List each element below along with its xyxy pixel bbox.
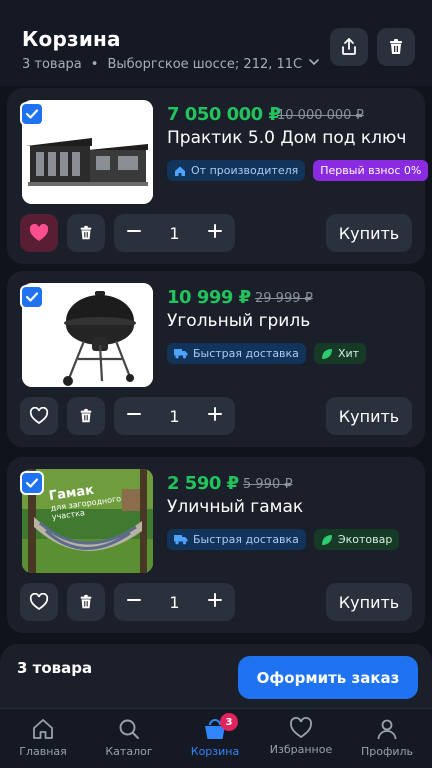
leaf-icon bbox=[321, 348, 332, 359]
checkmark-icon bbox=[25, 109, 39, 119]
profile-icon bbox=[377, 719, 397, 740]
item-badges: Быстрая доставка Экотовар bbox=[167, 529, 400, 550]
badge-fast-delivery: Быстрая доставка bbox=[167, 343, 306, 364]
item-checkbox[interactable] bbox=[20, 285, 44, 309]
page-title: Корзина bbox=[22, 27, 121, 51]
buy-button[interactable]: Купить bbox=[326, 214, 412, 252]
heart-icon bbox=[290, 717, 312, 739]
minus-icon[interactable] bbox=[126, 223, 142, 243]
delete-item-button[interactable] bbox=[67, 583, 105, 621]
trash-icon bbox=[80, 408, 92, 423]
truck-icon bbox=[174, 535, 188, 545]
plus-icon[interactable] bbox=[207, 592, 223, 612]
cart-item-hammock: Гамак для загородного участка 2 590 ₽ 5 … bbox=[7, 457, 425, 633]
badge-manufacturer: От производителя bbox=[167, 160, 306, 181]
buy-button[interactable]: Купить bbox=[326, 397, 412, 435]
item-old-price: 29 999 ₽ bbox=[255, 291, 313, 306]
summary-count: 3 товара bbox=[17, 659, 93, 677]
nav-item-profile[interactable]: Профиль bbox=[344, 717, 430, 758]
heart-icon bbox=[29, 224, 49, 241]
item-controls: 1 Купить bbox=[20, 214, 412, 254]
item-controls: 1 Купить bbox=[20, 583, 412, 623]
cart-subtitle: 3 товара • Выборгское шоссе; 212, 11С bbox=[22, 56, 320, 72]
bottom-nav: Главная Каталог 3 Корзина Избранное Проф… bbox=[0, 708, 432, 768]
favorite-button[interactable] bbox=[20, 583, 58, 621]
favorite-button[interactable] bbox=[20, 214, 58, 252]
search-icon bbox=[119, 719, 139, 739]
checkmark-icon bbox=[25, 478, 39, 488]
separator-dot: • bbox=[90, 56, 99, 72]
truck-icon bbox=[174, 349, 188, 359]
minus-icon[interactable] bbox=[126, 406, 142, 426]
quantity-value: 1 bbox=[169, 406, 180, 426]
checkout-bar: 3 товара Оформить заказ bbox=[0, 644, 432, 708]
item-badges: Быстрая доставка Хит bbox=[167, 343, 367, 364]
cart-item-house: 7 050 000 ₽ 10 000 000 ₽ Практик 5.0 Дом… bbox=[7, 88, 429, 264]
item-name[interactable]: Уличный гамак bbox=[167, 497, 303, 517]
trash-icon bbox=[80, 225, 92, 240]
delete-item-button[interactable] bbox=[67, 214, 105, 252]
leaf-icon bbox=[321, 534, 332, 545]
cart-count-badge: 3 bbox=[220, 713, 238, 731]
minus-icon[interactable] bbox=[126, 592, 142, 612]
item-price: 7 050 000 ₽ bbox=[167, 104, 281, 125]
item-checkbox[interactable] bbox=[20, 102, 44, 126]
checkout-button[interactable]: Оформить заказ bbox=[238, 656, 418, 699]
share-button[interactable] bbox=[330, 28, 368, 66]
header: Корзина 3 товара • Выборгское шоссе; 212… bbox=[0, 0, 432, 86]
house-icon bbox=[175, 166, 185, 176]
badge-hit: Хит bbox=[313, 343, 367, 364]
item-price: 2 590 ₽ bbox=[167, 473, 239, 494]
heart-outline-icon bbox=[29, 593, 49, 611]
quantity-stepper: 1 bbox=[114, 397, 235, 435]
quantity-value: 1 bbox=[169, 592, 180, 612]
item-old-price: 10 000 000 ₽ bbox=[277, 108, 364, 123]
quantity-value: 1 bbox=[169, 223, 180, 243]
nav-item-cart[interactable]: 3 Корзина bbox=[172, 713, 258, 758]
home-icon bbox=[33, 719, 53, 739]
badge-first-payment: Первый взнос 0% bbox=[313, 160, 429, 181]
delivery-address[interactable]: Выборгское шоссе; 212, 11С bbox=[107, 57, 302, 72]
checkmark-icon bbox=[25, 292, 39, 302]
clear-cart-button[interactable] bbox=[377, 28, 415, 66]
plus-icon[interactable] bbox=[207, 406, 223, 426]
favorite-button[interactable] bbox=[20, 397, 58, 435]
quantity-stepper: 1 bbox=[114, 214, 235, 252]
item-badges: От производителя Первый взнос 0% bbox=[167, 160, 429, 181]
heart-outline-icon bbox=[29, 407, 49, 425]
item-price: 10 999 ₽ bbox=[167, 287, 251, 308]
chevron-down-icon[interactable] bbox=[308, 56, 320, 72]
trash-icon bbox=[80, 594, 92, 609]
badge-fast-delivery: Быстрая доставка bbox=[167, 529, 306, 550]
item-checkbox[interactable] bbox=[20, 471, 44, 495]
item-old-price: 5 990 ₽ bbox=[243, 477, 293, 492]
cart-item-grill: 10 999 ₽ 29 999 ₽ Угольный гриль Быстрая… bbox=[7, 271, 425, 447]
item-name[interactable]: Угольный гриль bbox=[167, 311, 310, 331]
cart-item-count: 3 товара bbox=[22, 56, 82, 72]
nav-item-favorites[interactable]: Избранное bbox=[258, 717, 344, 756]
item-controls: 1 Купить bbox=[20, 397, 412, 437]
delete-item-button[interactable] bbox=[67, 397, 105, 435]
quantity-stepper: 1 bbox=[114, 583, 235, 621]
plus-icon[interactable] bbox=[207, 223, 223, 243]
trash-icon bbox=[390, 39, 402, 54]
item-name[interactable]: Практик 5.0 Дом под ключ bbox=[167, 128, 406, 148]
share-icon bbox=[342, 38, 356, 55]
nav-item-catalog[interactable]: Каталог bbox=[86, 717, 172, 758]
nav-item-home[interactable]: Главная bbox=[0, 717, 86, 758]
buy-button[interactable]: Купить bbox=[326, 583, 412, 621]
badge-eco: Экотовар bbox=[313, 529, 400, 550]
